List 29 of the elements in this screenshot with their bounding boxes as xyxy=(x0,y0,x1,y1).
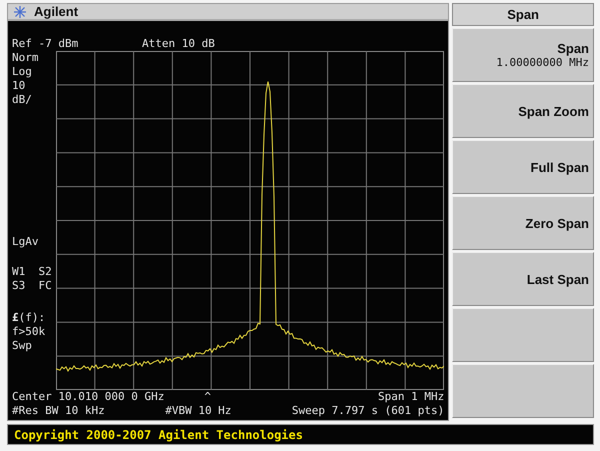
annotation: £(f): xyxy=(12,311,46,325)
sweep-time: Sweep 7.797 s (601 pts) xyxy=(292,404,444,418)
annotation: Log xyxy=(12,65,33,79)
window-title: Agilent xyxy=(34,4,78,19)
logo-icon xyxy=(14,6,26,18)
center-frequency: Center 10.010 000 0 GHz xyxy=(12,390,164,404)
softkey-button[interactable]: Zero Span xyxy=(452,196,594,250)
annotation: Norm xyxy=(12,51,40,65)
softkey-button[interactable]: Last Span xyxy=(452,252,594,306)
softkey-button[interactable]: Span 1.00000000 MHz xyxy=(452,28,594,82)
span-readout: Span 1 MHz xyxy=(378,390,444,404)
annotation: Swp xyxy=(12,339,33,353)
blank-softkey[interactable] xyxy=(452,308,594,362)
annotation: W1 S2 xyxy=(12,265,53,279)
softkey-button[interactable]: Span Zoom xyxy=(452,84,594,138)
marker-caret: ^ xyxy=(204,390,211,404)
annotation: f>50k xyxy=(12,325,46,339)
annotation: LgAv xyxy=(12,235,40,249)
resolution-bandwidth: #Res BW 10 kHz xyxy=(12,404,105,418)
annotation: S3 FC xyxy=(12,279,53,293)
annotation: 10 xyxy=(12,79,26,93)
reference-level: Ref -7 dBm xyxy=(12,37,80,51)
attenuation: Atten 10 dB xyxy=(142,37,215,51)
annotation: dB/ xyxy=(12,93,33,107)
copyright-text: Copyright 2000-2007 Agilent Technologies xyxy=(7,424,594,445)
blank-softkey[interactable] xyxy=(452,364,594,418)
video-bandwidth: #VBW 10 Hz xyxy=(165,404,232,418)
softkey-menu-title: Span xyxy=(452,3,594,26)
softkey-button[interactable]: Full Span xyxy=(452,140,594,194)
